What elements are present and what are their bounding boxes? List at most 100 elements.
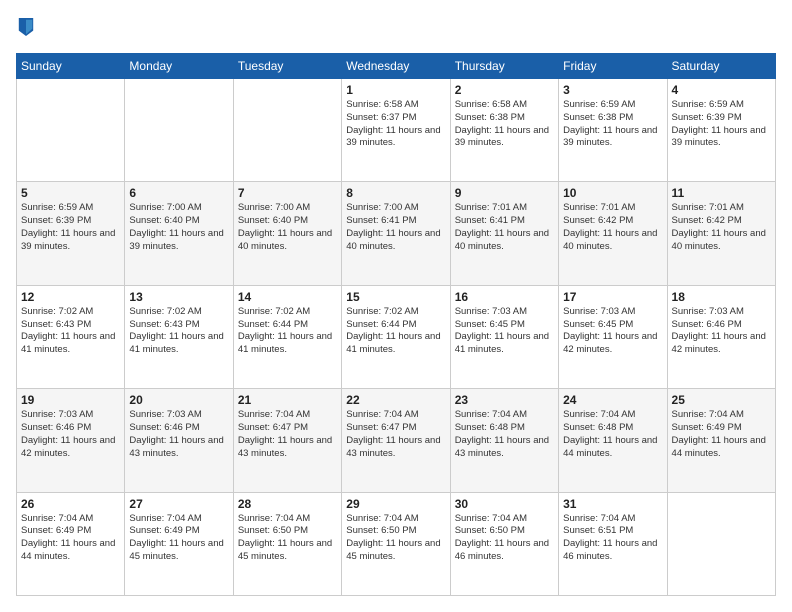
- day-number: 17: [563, 290, 662, 304]
- day-number: 31: [563, 497, 662, 511]
- day-number: 20: [129, 393, 228, 407]
- day-info: Sunrise: 7:04 AMSunset: 6:50 PMDaylight:…: [238, 513, 337, 564]
- day-info: Sunrise: 6:59 AMSunset: 6:38 PMDaylight:…: [563, 99, 662, 150]
- day-number: 5: [21, 186, 120, 200]
- day-info: Sunrise: 7:04 AMSunset: 6:51 PMDaylight:…: [563, 513, 662, 564]
- day-cell: 31 Sunrise: 7:04 AMSunset: 6:51 PMDayligh…: [559, 492, 667, 595]
- day-info: Sunrise: 7:04 AMSunset: 6:50 PMDaylight:…: [346, 513, 445, 564]
- day-info: Sunrise: 7:04 AMSunset: 6:47 PMDaylight:…: [346, 409, 445, 460]
- day-info: Sunrise: 7:02 AMSunset: 6:44 PMDaylight:…: [346, 306, 445, 357]
- day-cell: [125, 79, 233, 182]
- week-row-5: 26 Sunrise: 7:04 AMSunset: 6:49 PMDayligh…: [17, 492, 776, 595]
- day-info: Sunrise: 7:01 AMSunset: 6:42 PMDaylight:…: [563, 202, 662, 253]
- day-info: Sunrise: 7:03 AMSunset: 6:46 PMDaylight:…: [21, 409, 120, 460]
- day-number: 14: [238, 290, 337, 304]
- day-cell: 23Sunrise: 7:04 AMSunset: 6:48 PMDayligh…: [450, 389, 558, 492]
- weekday-header-sunday: Sunday: [17, 54, 125, 79]
- day-cell: 4Sunrise: 6:59 AMSunset: 6:39 PMDaylight…: [667, 79, 775, 182]
- day-cell: 25 Sunrise: 7:04 AMSunset: 6:49 PMDayligh…: [667, 389, 775, 492]
- day-info: Sunrise: 7:03 AMSunset: 6:46 PMDaylight:…: [129, 409, 228, 460]
- day-number: 11: [672, 186, 771, 200]
- weekday-header-wednesday: Wednesday: [342, 54, 450, 79]
- day-info: Sunrise: 6:58 AMSunset: 6:37 PMDaylight:…: [346, 99, 445, 150]
- day-number: 25: [672, 393, 771, 407]
- day-cell: 22 Sunrise: 7:04 AMSunset: 6:47 PMDayligh…: [342, 389, 450, 492]
- day-cell: 28 Sunrise: 7:04 AMSunset: 6:50 PMDayligh…: [233, 492, 341, 595]
- weekday-header-tuesday: Tuesday: [233, 54, 341, 79]
- day-cell: 24 Sunrise: 7:04 AMSunset: 6:48 PMDayligh…: [559, 389, 667, 492]
- day-info: Sunrise: 7:04 AMSunset: 6:49 PMDaylight:…: [21, 513, 120, 564]
- day-cell: 3 Sunrise: 6:59 AMSunset: 6:38 PMDaylight…: [559, 79, 667, 182]
- day-info: Sunrise: 7:03 AMSunset: 6:46 PMDaylight:…: [672, 306, 771, 357]
- weekday-header-friday: Friday: [559, 54, 667, 79]
- weekday-header-monday: Monday: [125, 54, 233, 79]
- day-number: 18: [672, 290, 771, 304]
- day-info: Sunrise: 7:04 AMSunset: 6:48 PMDaylight:…: [563, 409, 662, 460]
- day-number: 19: [21, 393, 120, 407]
- day-info: Sunrise: 7:04 AMSunset: 6:50 PMDaylight:…: [455, 513, 554, 564]
- day-number: 10: [563, 186, 662, 200]
- day-cell: 19 Sunrise: 7:03 AMSunset: 6:46 PMDayligh…: [17, 389, 125, 492]
- day-info: Sunrise: 7:03 AMSunset: 6:45 PMDaylight:…: [455, 306, 554, 357]
- day-number: 16: [455, 290, 554, 304]
- day-number: 23: [455, 393, 554, 407]
- day-cell: 2Sunrise: 6:58 AMSunset: 6:38 PMDaylight…: [450, 79, 558, 182]
- day-info: Sunrise: 7:04 AMSunset: 6:47 PMDaylight:…: [238, 409, 337, 460]
- page: SundayMondayTuesdayWednesdayThursdayFrid…: [0, 0, 792, 612]
- day-cell: 27 Sunrise: 7:04 AMSunset: 6:49 PMDayligh…: [125, 492, 233, 595]
- day-cell: 26 Sunrise: 7:04 AMSunset: 6:49 PMDayligh…: [17, 492, 125, 595]
- day-number: 15: [346, 290, 445, 304]
- day-cell: [233, 79, 341, 182]
- day-cell: 12 Sunrise: 7:02 AMSunset: 6:43 PMDayligh…: [17, 285, 125, 388]
- day-cell: 18 Sunrise: 7:03 AMSunset: 6:46 PMDayligh…: [667, 285, 775, 388]
- day-cell: 1 Sunrise: 6:58 AMSunset: 6:37 PMDaylight…: [342, 79, 450, 182]
- day-info: Sunrise: 7:04 AMSunset: 6:49 PMDaylight:…: [129, 513, 228, 564]
- day-cell: [17, 79, 125, 182]
- weekday-header-row: SundayMondayTuesdayWednesdayThursdayFrid…: [17, 54, 776, 79]
- day-number: 9: [455, 186, 554, 200]
- day-cell: 20 Sunrise: 7:03 AMSunset: 6:46 PMDayligh…: [125, 389, 233, 492]
- day-cell: 7Sunrise: 7:00 AMSunset: 6:40 PMDaylight…: [233, 182, 341, 285]
- day-info: Sunrise: 7:00 AMSunset: 6:41 PMDaylight:…: [346, 202, 445, 253]
- weekday-header-saturday: Saturday: [667, 54, 775, 79]
- calendar-table: SundayMondayTuesdayWednesdayThursdayFrid…: [16, 53, 776, 596]
- day-number: 26: [21, 497, 120, 511]
- day-cell: 17 Sunrise: 7:03 AMSunset: 6:45 PMDayligh…: [559, 285, 667, 388]
- day-number: 7: [238, 186, 337, 200]
- day-number: 13: [129, 290, 228, 304]
- day-cell: 21 Sunrise: 7:04 AMSunset: 6:47 PMDayligh…: [233, 389, 341, 492]
- logo: [16, 16, 35, 43]
- day-info: Sunrise: 6:59 AMSunset: 6:39 PMDaylight:…: [21, 202, 120, 253]
- day-number: 28: [238, 497, 337, 511]
- day-info: Sunrise: 6:59 AMSunset: 6:39 PMDaylight:…: [672, 99, 771, 150]
- day-cell: 10 Sunrise: 7:01 AMSunset: 6:42 PMDayligh…: [559, 182, 667, 285]
- day-number: 22: [346, 393, 445, 407]
- day-cell: 13 Sunrise: 7:02 AMSunset: 6:43 PMDayligh…: [125, 285, 233, 388]
- day-cell: 15 Sunrise: 7:02 AMSunset: 6:44 PMDayligh…: [342, 285, 450, 388]
- day-number: 2: [455, 83, 554, 97]
- day-cell: 9 Sunrise: 7:01 AMSunset: 6:41 PMDaylight…: [450, 182, 558, 285]
- day-info: Sunrise: 7:01 AMSunset: 6:41 PMDaylight:…: [455, 202, 554, 253]
- day-info: Sunrise: 7:03 AMSunset: 6:45 PMDaylight:…: [563, 306, 662, 357]
- day-number: 8: [346, 186, 445, 200]
- day-number: 24: [563, 393, 662, 407]
- day-number: 3: [563, 83, 662, 97]
- day-cell: [667, 492, 775, 595]
- day-cell: 29 Sunrise: 7:04 AMSunset: 6:50 PMDayligh…: [342, 492, 450, 595]
- day-number: 12: [21, 290, 120, 304]
- day-number: 21: [238, 393, 337, 407]
- day-number: 29: [346, 497, 445, 511]
- day-number: 27: [129, 497, 228, 511]
- week-row-4: 19 Sunrise: 7:03 AMSunset: 6:46 PMDayligh…: [17, 389, 776, 492]
- day-cell: 5 Sunrise: 6:59 AMSunset: 6:39 PMDaylight…: [17, 182, 125, 285]
- day-number: 6: [129, 186, 228, 200]
- week-row-3: 12 Sunrise: 7:02 AMSunset: 6:43 PMDayligh…: [17, 285, 776, 388]
- week-row-1: 1 Sunrise: 6:58 AMSunset: 6:37 PMDaylight…: [17, 79, 776, 182]
- day-info: Sunrise: 7:04 AMSunset: 6:49 PMDaylight:…: [672, 409, 771, 460]
- day-number: 30: [455, 497, 554, 511]
- logo-icon: [17, 16, 35, 38]
- day-info: Sunrise: 7:02 AMSunset: 6:43 PMDaylight:…: [129, 306, 228, 357]
- day-number: 1: [346, 83, 445, 97]
- day-info: Sunrise: 7:02 AMSunset: 6:43 PMDaylight:…: [21, 306, 120, 357]
- day-info: Sunrise: 7:01 AMSunset: 6:42 PMDaylight:…: [672, 202, 771, 253]
